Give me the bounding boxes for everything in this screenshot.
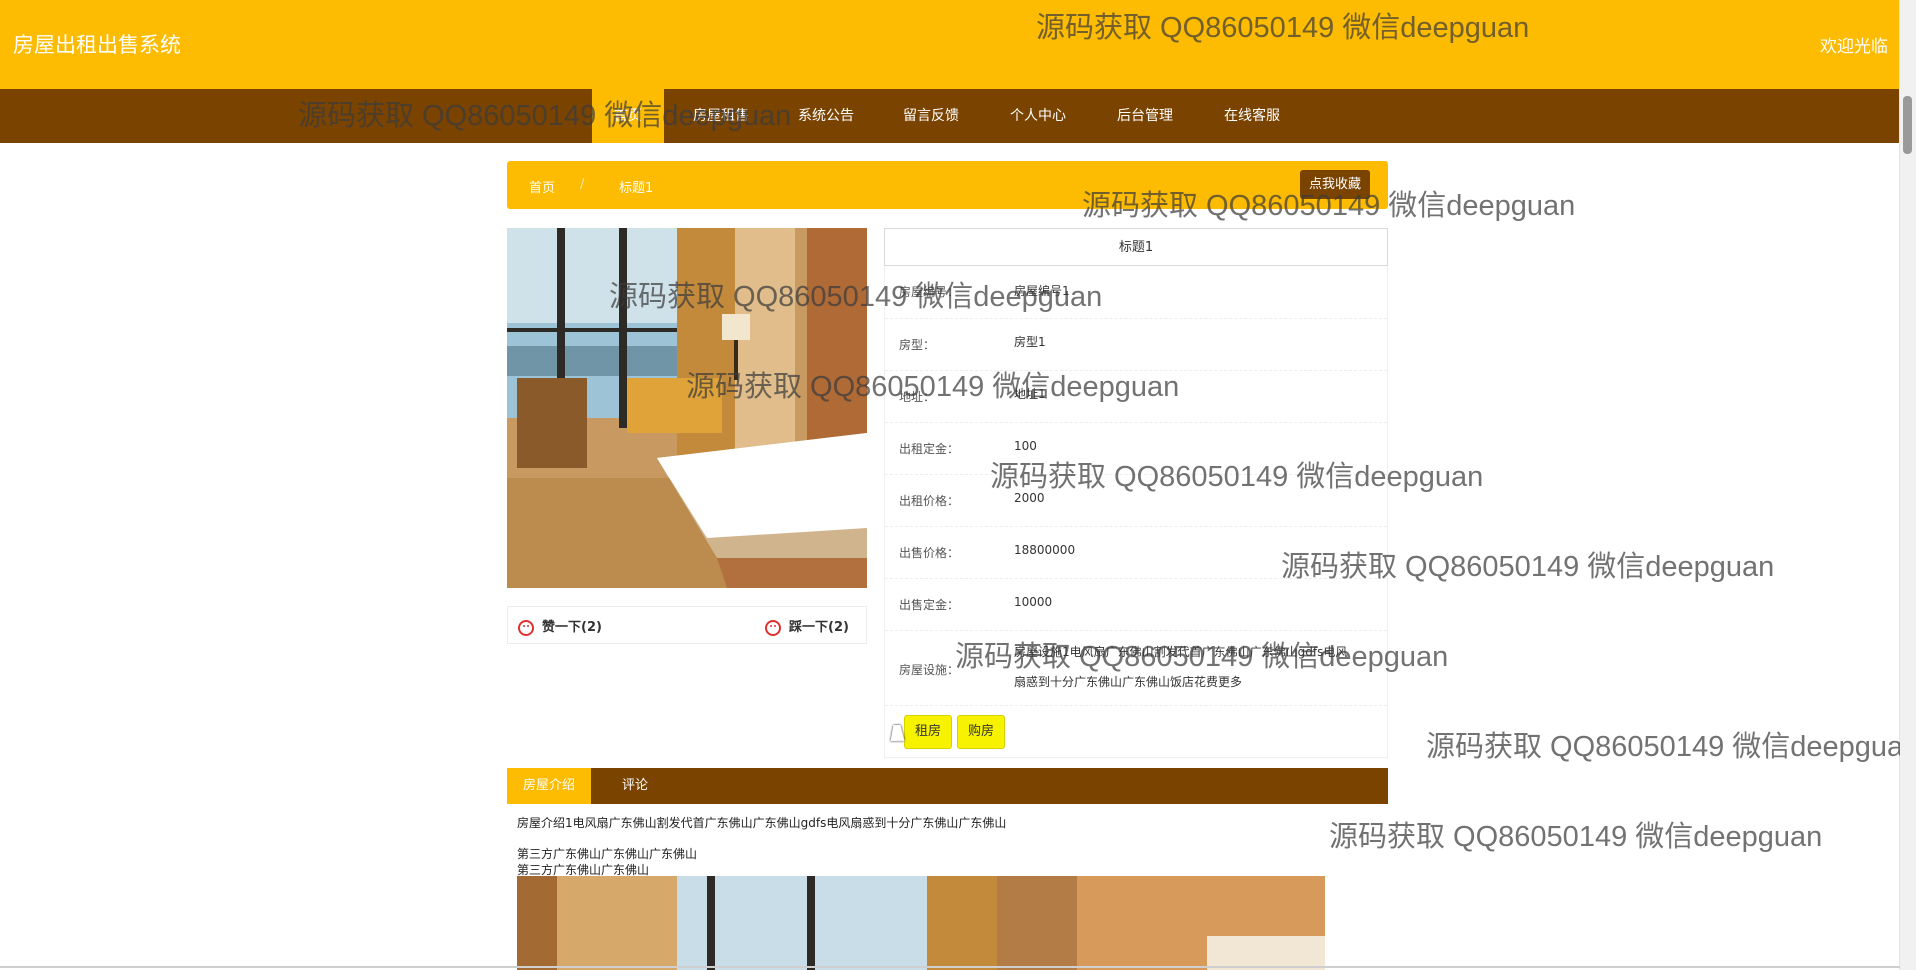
vote-bar: 赞一下(2) 踩一下(2) <box>507 606 867 644</box>
breadcrumb-current: 标题1 <box>619 181 654 196</box>
watermark: 源码获取 QQ86050149 微信deepguan <box>1329 821 1823 853</box>
site-title: 房屋出租出售系统 <box>13 34 181 57</box>
house-detail-title: 标题1 <box>884 228 1388 266</box>
detail-value: 房型1 <box>1014 335 1046 349</box>
watermark: 源码获取 QQ86050149 微信deepguan <box>1036 12 1530 44</box>
nav-item-personal-center[interactable]: 个人中心 <box>996 89 1080 143</box>
buy-button[interactable]: 购房 <box>957 715 1006 749</box>
detail-label: 出租定金： <box>899 442 960 456</box>
nav-item-online-service[interactable]: 在线客服 <box>1210 89 1294 143</box>
dislike-button[interactable]: 踩一下(2) <box>765 616 849 636</box>
top-header: 房屋出租出售系统 欢迎光临 <box>0 0 1900 89</box>
detail-tabs: 房屋介绍 评论 <box>507 768 1388 804</box>
intro-photo <box>517 876 1325 970</box>
breadcrumb-home[interactable]: 首页 <box>529 177 555 196</box>
watermark: 源码获取 QQ86050149 微信deepguan <box>686 371 1180 403</box>
nav-item-admin[interactable]: 后台管理 <box>1103 89 1187 143</box>
watermark: 源码获取 QQ86050149 微信deepguan <box>1426 731 1900 763</box>
watermark: 源码获取 QQ86050149 微信deepguan <box>1281 551 1775 583</box>
vertical-scrollbar[interactable] <box>1899 0 1916 970</box>
intro-text-line: 房屋介绍1电风扇广东佛山割发代首广东佛山广东佛山gdfs电风扇惑到十分广东佛山广… <box>517 816 1007 830</box>
detail-label: 出售价格： <box>899 546 960 560</box>
mouse-cursor-icon <box>890 725 908 741</box>
tab-house-intro[interactable]: 房屋介绍 <box>507 768 591 804</box>
intro-text-line: 第三方广东佛山广东佛山广东佛山 <box>517 847 698 861</box>
tab-comments[interactable]: 评论 <box>603 768 667 804</box>
detail-value: 10000 <box>1014 595 1053 609</box>
like-button[interactable]: 赞一下(2) <box>518 616 602 636</box>
nav-item-feedback[interactable]: 留言反馈 <box>889 89 973 143</box>
sad-face-icon <box>765 619 781 636</box>
main-nav: 首页 房屋租售 系统公告 留言反馈 个人中心 后台管理 在线客服 <box>0 89 1900 143</box>
bottom-divider <box>0 966 1900 968</box>
detail-label: 房型： <box>899 338 936 352</box>
nav-item-announcements[interactable]: 系统公告 <box>784 89 868 143</box>
detail-label: 房屋设施： <box>899 663 960 677</box>
breadcrumb-separator: / <box>580 177 585 192</box>
detail-label: 出租价格： <box>899 494 960 508</box>
watermark: 源码获取 QQ86050149 微信deepguan <box>609 281 1103 313</box>
detail-label: 出售定金： <box>899 598 960 612</box>
watermark: 源码获取 QQ86050149 微信deepguan <box>1082 190 1576 222</box>
welcome-text: 欢迎光临 <box>1820 37 1888 57</box>
detail-row-sale-deposit: 出售定金： 10000 <box>885 579 1387 631</box>
watermark: 源码获取 QQ86050149 微信deepguan <box>990 461 1484 493</box>
watermark: 源码获取 QQ86050149 微信deepguan <box>955 641 1449 673</box>
like-label: 赞一下(2) <box>542 620 602 635</box>
smile-icon <box>518 619 534 636</box>
scrollbar-thumb[interactable] <box>1903 96 1912 154</box>
watermark: 源码获取 QQ86050149 微信deepguan <box>298 100 792 132</box>
rent-button[interactable]: 租房 <box>904 715 953 749</box>
dislike-label: 踩一下(2) <box>789 620 849 635</box>
